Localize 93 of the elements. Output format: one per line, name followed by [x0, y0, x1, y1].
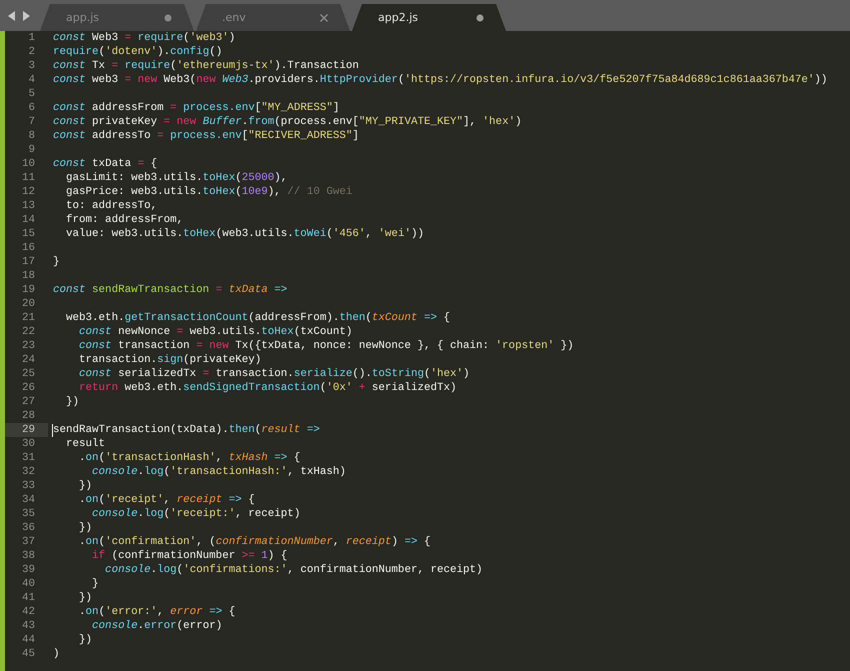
line-number: 32: [20, 465, 36, 479]
line-number: 8: [27, 129, 36, 143]
close-icon[interactable]: [320, 14, 328, 22]
code-line: }): [78, 633, 92, 647]
line-number: 40: [20, 577, 36, 591]
code-line: .on('transactionHash', txHash => {: [78, 451, 300, 465]
code-line: .on('confirmation', (confirmationNumber, receipt) => {: [78, 535, 430, 549]
code-line: gasLimit: web3.utils.toHex(25000),: [65, 171, 288, 185]
code-line: const Tx = require('ethereumjs-tx').Transaction: [53, 59, 359, 73]
line-number: 33: [20, 479, 36, 493]
code-line: ): [53, 647, 60, 661]
line-number: 24: [20, 353, 36, 367]
line-number: 37: [20, 535, 36, 549]
line-number: 11: [20, 171, 36, 185]
tab[interactable]: app2.js: [352, 4, 506, 31]
code-line: const web3 = new Web3(new Web3.providers.HttpProvider('https://ropsten.infura.io/v3/f5e5207f75a84d689c1c861aa367b47e')): [53, 73, 828, 87]
code-line: const Web3 = require('web3'): [53, 31, 236, 45]
forward-arrow-icon[interactable]: [22, 10, 30, 20]
code-line: console.log('confirmations:', confirmationNumber, receipt): [104, 563, 483, 577]
code-line: const newNonce = web3.utils.toHex(txCount): [78, 325, 352, 339]
line-number: 39: [20, 563, 36, 577]
line-number: 2: [27, 45, 36, 59]
line-number: 30: [20, 437, 36, 451]
line-number: 35: [20, 507, 36, 521]
line-number: 44: [20, 633, 36, 647]
code-line: gasPrice: web3.utils.toHex(10e9), // 10 Gwei: [65, 185, 352, 199]
code-line: console.log('transactionHash:', txHash): [91, 465, 346, 479]
code-line: }): [78, 591, 92, 605]
line-number: 26: [20, 381, 36, 395]
code-line: from: addressFrom,: [65, 213, 184, 227]
line-number: 17: [20, 255, 36, 269]
line-number: 36: [20, 521, 36, 535]
line-number: 25: [20, 367, 36, 381]
code-line: }: [53, 255, 60, 269]
line-number: 23: [20, 339, 36, 353]
code-line: const addressFrom = process.env["MY_ADRESS"]: [53, 101, 340, 115]
line-number: 12: [20, 185, 36, 199]
code-line: const transaction = new Tx({txData, nonce: newNonce }, { chain: 'ropsten' }): [78, 339, 574, 353]
line-number: 21: [20, 311, 36, 325]
line-number: 14: [20, 213, 36, 227]
code-line: value: web3.utils.toHex(web3.utils.toWei('456', 'wei')): [65, 227, 424, 241]
code-line: require('dotenv').config(): [53, 45, 222, 59]
line-number: 15: [20, 227, 36, 241]
unsaved-dot-icon[interactable]: [164, 14, 172, 22]
code-line: sendRawTransaction(txData).then(result =>: [53, 423, 320, 437]
line-number: 28: [20, 409, 36, 423]
line-number: 19: [20, 283, 36, 297]
code-line: web3.eth.getTransactionCount(addressFrom).then(txCount => {: [65, 311, 450, 325]
code-line: }): [78, 521, 92, 535]
code-line: console.error(error): [91, 619, 222, 633]
code-line: const sendRawTransaction = txData =>: [53, 283, 288, 297]
code-line: to: addressTo,: [65, 199, 158, 213]
code-line: result: [65, 437, 106, 451]
line-number: 20: [20, 297, 36, 311]
line-number: 43: [20, 619, 36, 633]
line-number: 6: [27, 101, 36, 115]
line-number: 16: [20, 241, 36, 255]
line-number: 1: [27, 31, 36, 45]
code-line: return web3.eth.sendSignedTransaction('0x' + serializedTx): [78, 381, 456, 395]
code-line: }): [78, 479, 92, 493]
line-number: 42: [20, 605, 36, 619]
line-number: 3: [27, 59, 36, 73]
line-number: 9: [27, 143, 36, 157]
text-cursor: [52, 424, 53, 437]
line-number: 31: [20, 451, 36, 465]
line-number: 29: [5, 423, 48, 437]
code-line: const serializedTx = transaction.serialize().toString('hex'): [78, 367, 470, 381]
line-number: 13: [20, 199, 36, 213]
code-line: }): [65, 395, 80, 409]
tab[interactable]: .env: [196, 4, 350, 31]
line-number: 27: [20, 395, 36, 409]
line-number: 4: [27, 73, 36, 87]
line-number: 18: [20, 269, 36, 283]
line-number: 7: [27, 115, 36, 129]
code-line: }: [91, 577, 99, 591]
line-number: 41: [20, 591, 36, 605]
code-line: if (confirmationNumber >= 1) {: [91, 549, 288, 563]
code-line: const txData = {: [53, 157, 158, 171]
line-number: 5: [27, 87, 36, 101]
line-number: 38: [20, 549, 36, 563]
code-line: .on('receipt', receipt => {: [78, 493, 255, 507]
code-line: const privateKey = new Buffer.from(process.env["MY_PRIVATE_KEY"], 'hex'): [53, 115, 522, 129]
tab[interactable]: app.js: [40, 4, 194, 31]
code-line: const addressTo = process.env["RECIVER_ADRESS"]: [53, 129, 359, 143]
line-number: 10: [20, 157, 36, 171]
code-line: transaction.sign(privateKey): [78, 353, 262, 367]
code-line: .on('error:', error => {: [78, 605, 236, 619]
back-arrow-icon[interactable]: [8, 10, 16, 20]
line-number: 45: [20, 647, 36, 661]
line-number: 22: [20, 325, 36, 339]
code-line: console.log('receipt:', receipt): [91, 507, 300, 521]
unsaved-dot-icon[interactable]: [476, 14, 484, 22]
line-number: 34: [20, 493, 36, 507]
